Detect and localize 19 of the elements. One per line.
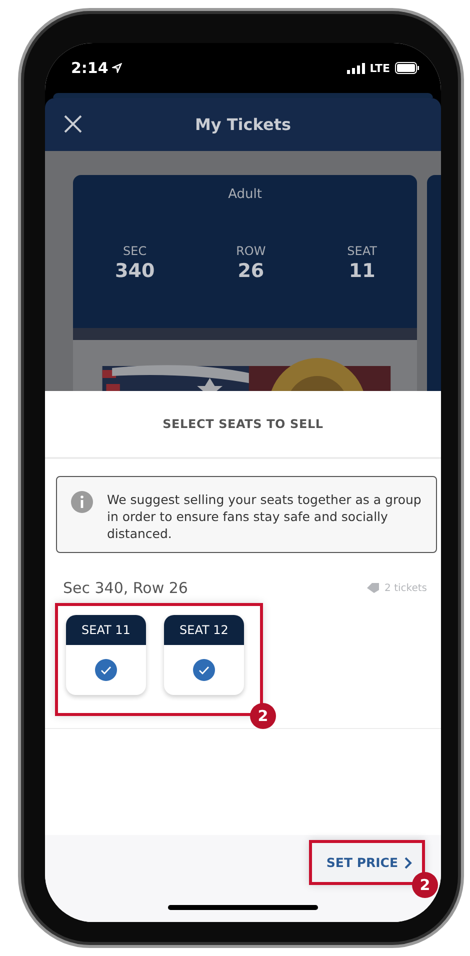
sheet-title: SELECT SEATS TO SELL (162, 417, 324, 431)
field-value: 11 (348, 260, 376, 282)
step-badge: 2 (412, 872, 438, 898)
field-label: SEAT (347, 244, 377, 258)
set-price-button[interactable]: SET PRICE (312, 843, 422, 882)
header-title: My Tickets (194, 115, 292, 134)
network-label: LTE (370, 62, 390, 74)
seat-card[interactable]: SEAT 12 (164, 615, 244, 695)
ticket-type: Adult (228, 187, 262, 202)
field-value: 340 (115, 260, 155, 282)
field-value: 26 (238, 260, 264, 282)
step-badge: 2 (250, 703, 276, 729)
field-label: ROW (236, 244, 266, 258)
notice-text: We suggest selling your seats together as a group in order to ensure fans stay safe and socially distanced. (107, 491, 422, 542)
ticket-count: 2 tickets (366, 582, 427, 594)
section-row-title: Sec 340, Row 26 (63, 579, 188, 597)
field-label: SEC (123, 244, 147, 258)
status-time: 2:14 (71, 59, 122, 77)
seat-card[interactable]: SEAT 11 (66, 615, 146, 695)
